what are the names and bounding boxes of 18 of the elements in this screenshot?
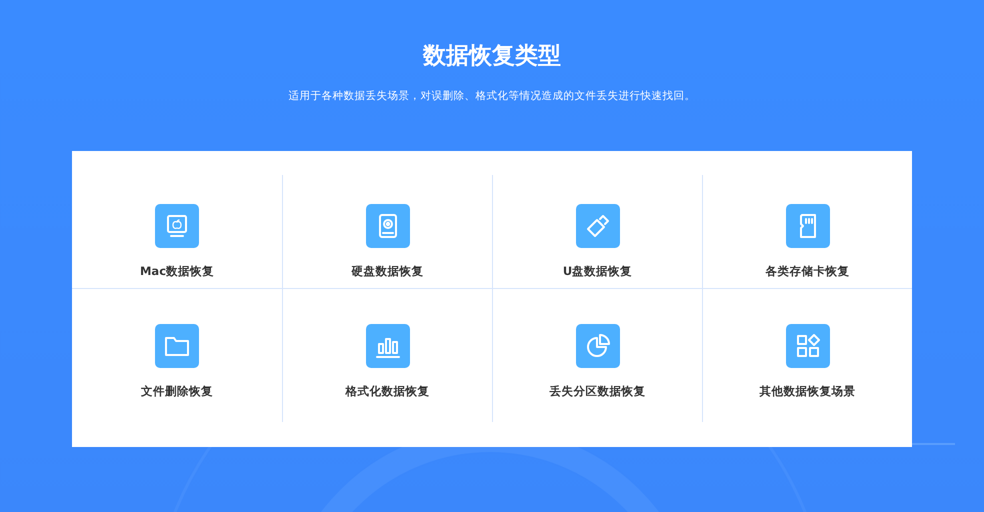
recovery-type-label[interactable]: Mac数据恢复 (140, 264, 214, 279)
section-title: 数据恢复类型 (423, 42, 561, 71)
pie-chart-icon[interactable] (576, 324, 620, 368)
hard-drive-icon[interactable] (366, 204, 410, 248)
monitor-icon[interactable] (155, 204, 199, 248)
recovery-type-label[interactable]: 格式化数据恢复 (346, 384, 430, 399)
recovery-type-label[interactable]: 文件删除恢复 (141, 384, 213, 399)
section-subtitle: 适用于各种数据丢失场景，对误删除、格式化等情况造成的文件丢失进行快速找回。 (288, 89, 696, 103)
bar-chart-icon[interactable] (366, 324, 410, 368)
recovery-type-label[interactable]: U盘数据恢复 (562, 264, 632, 279)
apps-icon[interactable] (786, 324, 830, 368)
usb-drive-icon[interactable] (576, 204, 620, 248)
recovery-type-label[interactable]: 硬盘数据恢复 (352, 264, 424, 279)
folder-icon[interactable] (155, 324, 199, 368)
memory-card-icon[interactable] (786, 204, 830, 248)
recovery-type-label[interactable]: 其他数据恢复场景 (760, 384, 856, 399)
recovery-type-label[interactable]: 丢失分区数据恢复 (550, 384, 646, 399)
recovery-type-label[interactable]: 各类存储卡恢复 (766, 264, 850, 279)
